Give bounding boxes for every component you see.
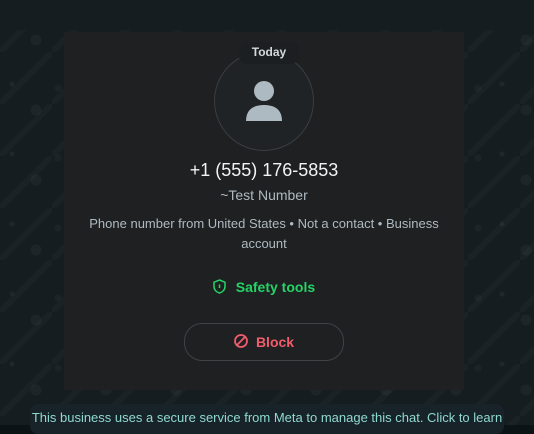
shield-icon (213, 279, 226, 297)
safety-tools-button[interactable]: Safety tools (64, 279, 464, 297)
business-notice-banner[interactable]: This business uses a secure service from… (30, 404, 504, 434)
default-user-avatar-icon (246, 81, 282, 121)
contact-name: ~Test Number (220, 187, 308, 203)
block-icon (234, 333, 248, 351)
safety-tools-label: Safety tools (235, 279, 316, 295)
block-button[interactable]: Block (184, 323, 344, 361)
date-separator: Today (239, 42, 299, 64)
contact-phone-number: +1 (555) 176-5853 (189, 160, 339, 180)
contact-info-text: Phone number from United States • Not a … (89, 216, 439, 251)
contact-avatar[interactable] (214, 51, 314, 151)
block-label: Block (255, 334, 295, 350)
chat-top-strip (0, 0, 534, 30)
